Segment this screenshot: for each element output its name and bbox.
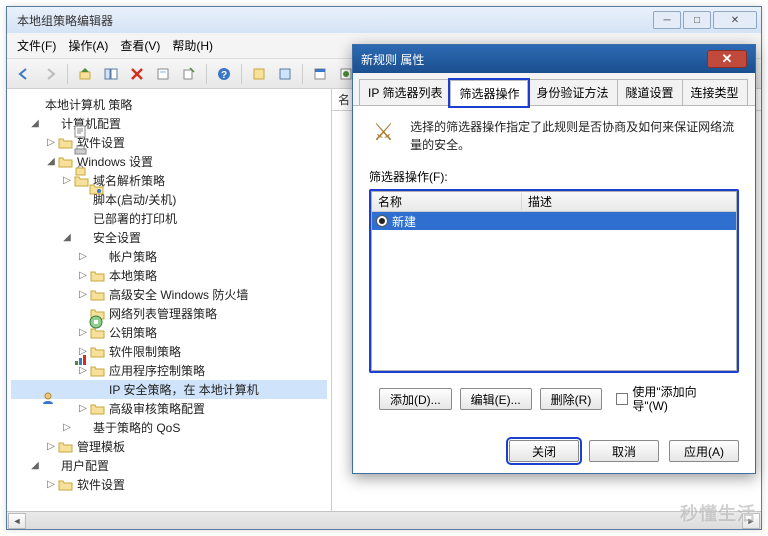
titlebar: 本地组策略编辑器 ─ □ ✕	[7, 7, 761, 33]
tree-security-settings[interactable]: ◢安全设置	[11, 228, 327, 247]
tb-icon-b[interactable]	[274, 63, 296, 85]
delete-button[interactable]	[126, 63, 148, 85]
tree-windows-settings[interactable]: ◢Windows 设置	[11, 152, 327, 171]
col-name[interactable]: 名称	[372, 193, 522, 210]
checkbox-icon	[616, 393, 628, 405]
folder-icon	[57, 439, 73, 455]
list-item[interactable]: 新建	[372, 212, 736, 230]
properties-button[interactable]	[152, 63, 174, 85]
edit-button[interactable]: 编辑(E)...	[460, 388, 532, 410]
menu-view[interactable]: 查看(V)	[120, 37, 160, 54]
folder-icon	[57, 135, 73, 151]
dialog-titlebar: 新规则 属性 ✕	[353, 45, 755, 73]
minimize-button[interactable]: ─	[653, 11, 681, 29]
tab-auth-methods[interactable]: 身份验证方法	[527, 79, 617, 105]
properties-dialog: 新规则 属性 ✕ IP 筛选器列表 筛选器操作 身份验证方法 隧道设置 连接类型…	[352, 44, 756, 474]
col-desc[interactable]: 描述	[522, 193, 736, 210]
remove-button[interactable]: 删除(R)	[540, 388, 603, 410]
forward-button[interactable]	[39, 63, 61, 85]
tree-deployed-printers[interactable]: 已部署的打印机	[11, 209, 327, 228]
tb-icon-c[interactable]	[309, 63, 331, 85]
dialog-title: 新规则 属性	[361, 51, 707, 68]
maximize-button[interactable]: □	[683, 11, 711, 29]
dialog-close-button[interactable]: ✕	[707, 50, 747, 68]
tree-pane[interactable]: 本地计算机 策略 ◢计算机配置 ▷软件设置 ◢Windows 设置 ▷域名解析策…	[7, 89, 332, 529]
filter-action-label: 筛选器操作(F):	[369, 168, 739, 185]
filter-action-list[interactable]: 名称 描述 新建	[371, 191, 737, 371]
close-button[interactable]: 关闭	[509, 440, 579, 462]
add-button[interactable]: 添加(D)...	[379, 388, 452, 410]
computer-icon	[41, 116, 57, 132]
tree-software-settings[interactable]: ▷软件设置	[11, 133, 327, 152]
svg-text:?: ?	[221, 70, 227, 81]
tree-public-key[interactable]: ▷公钥策略	[11, 323, 327, 342]
tree-name-resolution[interactable]: ▷域名解析策略	[11, 171, 327, 190]
tab-tunnel-setting[interactable]: 隧道设置	[617, 79, 683, 105]
policy-icon	[25, 97, 41, 113]
back-button[interactable]	[13, 63, 35, 85]
radio-selected-icon[interactable]	[376, 215, 388, 227]
scroll-left-button[interactable]: ◄	[8, 513, 26, 529]
use-wizard-checkbox[interactable]: 使用"添加向导"(W)	[616, 385, 712, 414]
dialog-tabs: IP 筛选器列表 筛选器操作 身份验证方法 隧道设置 连接类型	[353, 73, 755, 106]
show-hide-tree-button[interactable]	[100, 63, 122, 85]
close-button[interactable]: ✕	[713, 11, 757, 29]
export-button[interactable]	[178, 63, 200, 85]
account-icon	[89, 249, 105, 265]
tree-ip-security[interactable]: IP 安全策略，在 本地计算机	[11, 380, 327, 399]
filter-action-highlight: 名称 描述 新建	[369, 189, 739, 373]
folder-icon	[57, 477, 73, 493]
tree-app-control[interactable]: ▷应用程序控制策略	[11, 361, 327, 380]
tree-policy-qos[interactable]: ▷基于策略的 QoS	[11, 418, 327, 437]
dialog-info-text: 选择的筛选器操作指定了此规则是否协商及如何来保证网络流量的安全。	[410, 118, 739, 154]
tree-audit-policy[interactable]: ▷高级审核策略配置	[11, 399, 327, 418]
list-header: 名称 描述	[372, 192, 736, 212]
user-icon	[41, 458, 57, 474]
menu-file[interactable]: 文件(F)	[17, 37, 56, 54]
tree-root[interactable]: 本地计算机 策略	[11, 95, 327, 114]
tree-scripts[interactable]: 脚本(启动/关机)	[11, 190, 327, 209]
ipsec-icon	[89, 382, 105, 398]
tree-windows-firewall[interactable]: ▷高级安全 Windows 防火墙	[11, 285, 327, 304]
watermark: 秒懂生活	[680, 500, 756, 526]
swords-icon: ⚔	[369, 118, 398, 147]
menu-help[interactable]: 帮助(H)	[172, 37, 213, 54]
folder-icon	[89, 401, 105, 417]
tree-admin-templates[interactable]: ▷管理模板	[11, 437, 327, 456]
tree-user-config[interactable]: ◢用户配置	[11, 456, 327, 475]
help-button[interactable]: ?	[213, 63, 235, 85]
tb-icon-a[interactable]	[248, 63, 270, 85]
tree-network-list[interactable]: 网络列表管理器策略	[11, 304, 327, 323]
cancel-button[interactable]: 取消	[589, 440, 659, 462]
tab-ip-filter-list[interactable]: IP 筛选器列表	[359, 79, 451, 105]
security-icon	[73, 230, 89, 246]
list-item-name: 新建	[392, 213, 416, 230]
folder-icon	[57, 154, 73, 170]
use-wizard-label: 使用"添加向导"(W)	[632, 385, 712, 414]
folder-icon	[89, 287, 105, 303]
folder-icon	[89, 268, 105, 284]
tab-filter-action[interactable]: 筛选器操作	[450, 80, 528, 106]
tree-software-restrict[interactable]: ▷软件限制策略	[11, 342, 327, 361]
qos-icon	[73, 420, 89, 436]
tree-account-policies[interactable]: ▷帐户策略	[11, 247, 327, 266]
apply-button[interactable]: 应用(A)	[669, 440, 739, 462]
tree-local-policies[interactable]: ▷本地策略	[11, 266, 327, 285]
tab-conn-type[interactable]: 连接类型	[682, 79, 748, 105]
up-button[interactable]	[74, 63, 96, 85]
horizontal-scrollbar[interactable]: ◄ ►	[7, 511, 761, 529]
menu-action[interactable]: 操作(A)	[68, 37, 108, 54]
window-title: 本地组策略编辑器	[11, 12, 653, 29]
tree-computer-config[interactable]: ◢计算机配置	[11, 114, 327, 133]
tree-user-software[interactable]: ▷软件设置	[11, 475, 327, 494]
